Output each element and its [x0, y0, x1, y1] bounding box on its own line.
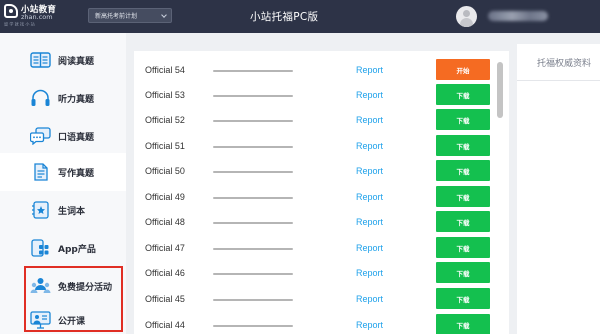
- progress-bar: [213, 146, 293, 148]
- logo-slogan: 留 学 就 找 小 站: [4, 22, 35, 28]
- app-header: 小站教育 zhan.com 留 学 就 找 小 站 新高托考前计划 小站托福PC…: [0, 0, 600, 33]
- chevron-down-icon: [161, 12, 167, 18]
- test-name: Official 49: [145, 192, 185, 202]
- app-grid-icon: [30, 239, 51, 257]
- report-link[interactable]: Report: [356, 65, 383, 75]
- sidebar-item-vocabulary[interactable]: 生词本: [0, 191, 126, 229]
- progress-bar: [213, 95, 293, 97]
- vocabulary-icon: [30, 201, 51, 219]
- test-name: Official 51: [145, 141, 185, 151]
- sidebar-item-speaking[interactable]: 口语真题: [0, 117, 126, 155]
- test-name: Official 52: [145, 115, 185, 125]
- report-link[interactable]: Report: [356, 294, 383, 304]
- download-button[interactable]: 下载: [436, 186, 490, 207]
- progress-bar: [213, 248, 293, 250]
- resources-title[interactable]: 托福权威资料: [537, 56, 591, 69]
- test-name: Official 48: [145, 217, 185, 227]
- progress-bar: [213, 120, 293, 122]
- headphones-icon: [30, 89, 51, 107]
- progress-bar: [213, 222, 293, 224]
- report-link[interactable]: Report: [356, 141, 383, 151]
- progress-bar: [213, 171, 293, 173]
- report-link[interactable]: Report: [356, 320, 383, 330]
- list-item: Official 44 Report 下载: [134, 313, 504, 334]
- highlight-annotation-box: [24, 266, 123, 332]
- scroll-thumb[interactable]: [497, 62, 503, 118]
- download-button[interactable]: 下载: [436, 160, 490, 181]
- sidebar-item-app-products[interactable]: App产品: [0, 229, 126, 267]
- avatar-body-icon: [460, 18, 473, 27]
- sidebar-item-label: App产品: [58, 245, 96, 255]
- list-item: Official 46 Report 下载: [134, 261, 504, 286]
- sidebar-item-label: 生词本: [58, 207, 86, 217]
- divider: [517, 80, 600, 81]
- list-item: Official 50 Report 下载: [134, 159, 504, 184]
- report-link[interactable]: Report: [356, 90, 383, 100]
- download-button[interactable]: 下载: [436, 314, 490, 334]
- test-name: Official 54: [145, 65, 185, 75]
- sidebar-item-listening[interactable]: 听力真题: [0, 79, 126, 117]
- list-scrollbar[interactable]: [497, 62, 503, 326]
- list-item: Official 45 Report 下载: [134, 287, 504, 312]
- start-button[interactable]: 开始: [436, 59, 490, 80]
- download-button[interactable]: 下载: [436, 84, 490, 105]
- sidebar-item-reading[interactable]: 阅读真题: [0, 41, 126, 79]
- report-link[interactable]: Report: [356, 166, 383, 176]
- report-link[interactable]: Report: [356, 217, 383, 227]
- download-button[interactable]: 下载: [436, 211, 490, 232]
- user-avatar[interactable]: [456, 6, 477, 27]
- report-link[interactable]: Report: [356, 115, 383, 125]
- progress-bar: [213, 197, 293, 199]
- progress-bar: [213, 70, 293, 72]
- document-icon: [30, 163, 51, 181]
- download-button[interactable]: 下载: [436, 288, 490, 309]
- sidebar-item-label: 阅读真题: [58, 57, 95, 67]
- logo-icon: [4, 4, 18, 18]
- speech-bubble-icon: [30, 127, 51, 145]
- sidebar-item-label: 写作真题: [58, 169, 95, 179]
- test-name: Official 44: [145, 320, 185, 330]
- username-blurred[interactable]: [488, 11, 548, 21]
- report-link[interactable]: Report: [356, 268, 383, 278]
- list-item: Official 52 Report 下载: [134, 108, 504, 133]
- test-name: Official 53: [145, 90, 185, 100]
- list-item: Official 51 Report 下载: [134, 134, 504, 159]
- progress-bar: [213, 273, 293, 275]
- official-test-list: Official 54 Report 开始 Official 53 Report…: [134, 51, 509, 334]
- download-button[interactable]: 下载: [436, 109, 490, 130]
- avatar-head-icon: [463, 10, 470, 17]
- report-link[interactable]: Report: [356, 243, 383, 253]
- app-title: 小站托福PC版: [250, 11, 319, 23]
- test-name: Official 45: [145, 294, 185, 304]
- list-item: Official 54 Report 开始: [134, 58, 504, 83]
- list-item: Official 48 Report 下载: [134, 210, 504, 235]
- list-item: Official 47 Report 下载: [134, 236, 504, 261]
- progress-bar: [213, 299, 293, 301]
- logo-domain: zhan.com: [21, 13, 53, 21]
- list-item: Official 49 Report 下载: [134, 185, 504, 210]
- sidebar-item-label: 口语真题: [58, 133, 95, 143]
- zhan-logo[interactable]: 小站教育 zhan.com 留 学 就 找 小 站: [4, 3, 64, 30]
- study-plan-select[interactable]: 新高托考前计划: [88, 8, 172, 23]
- download-button[interactable]: 下载: [436, 135, 490, 156]
- download-button[interactable]: 下载: [436, 262, 490, 283]
- test-name: Official 46: [145, 268, 185, 278]
- sidebar-item-label: 听力真题: [58, 95, 95, 105]
- sidebar-item-writing[interactable]: 写作真题: [0, 153, 126, 191]
- resources-panel: 托福权威资料: [517, 44, 600, 334]
- study-plan-select-label: 新高托考前计划: [95, 13, 138, 20]
- book-icon: [30, 51, 51, 69]
- progress-bar: [213, 325, 293, 327]
- test-name: Official 50: [145, 166, 185, 176]
- report-link[interactable]: Report: [356, 192, 383, 202]
- list-item: Official 53 Report 下载: [134, 83, 504, 108]
- test-name: Official 47: [145, 243, 185, 253]
- download-button[interactable]: 下载: [436, 237, 490, 258]
